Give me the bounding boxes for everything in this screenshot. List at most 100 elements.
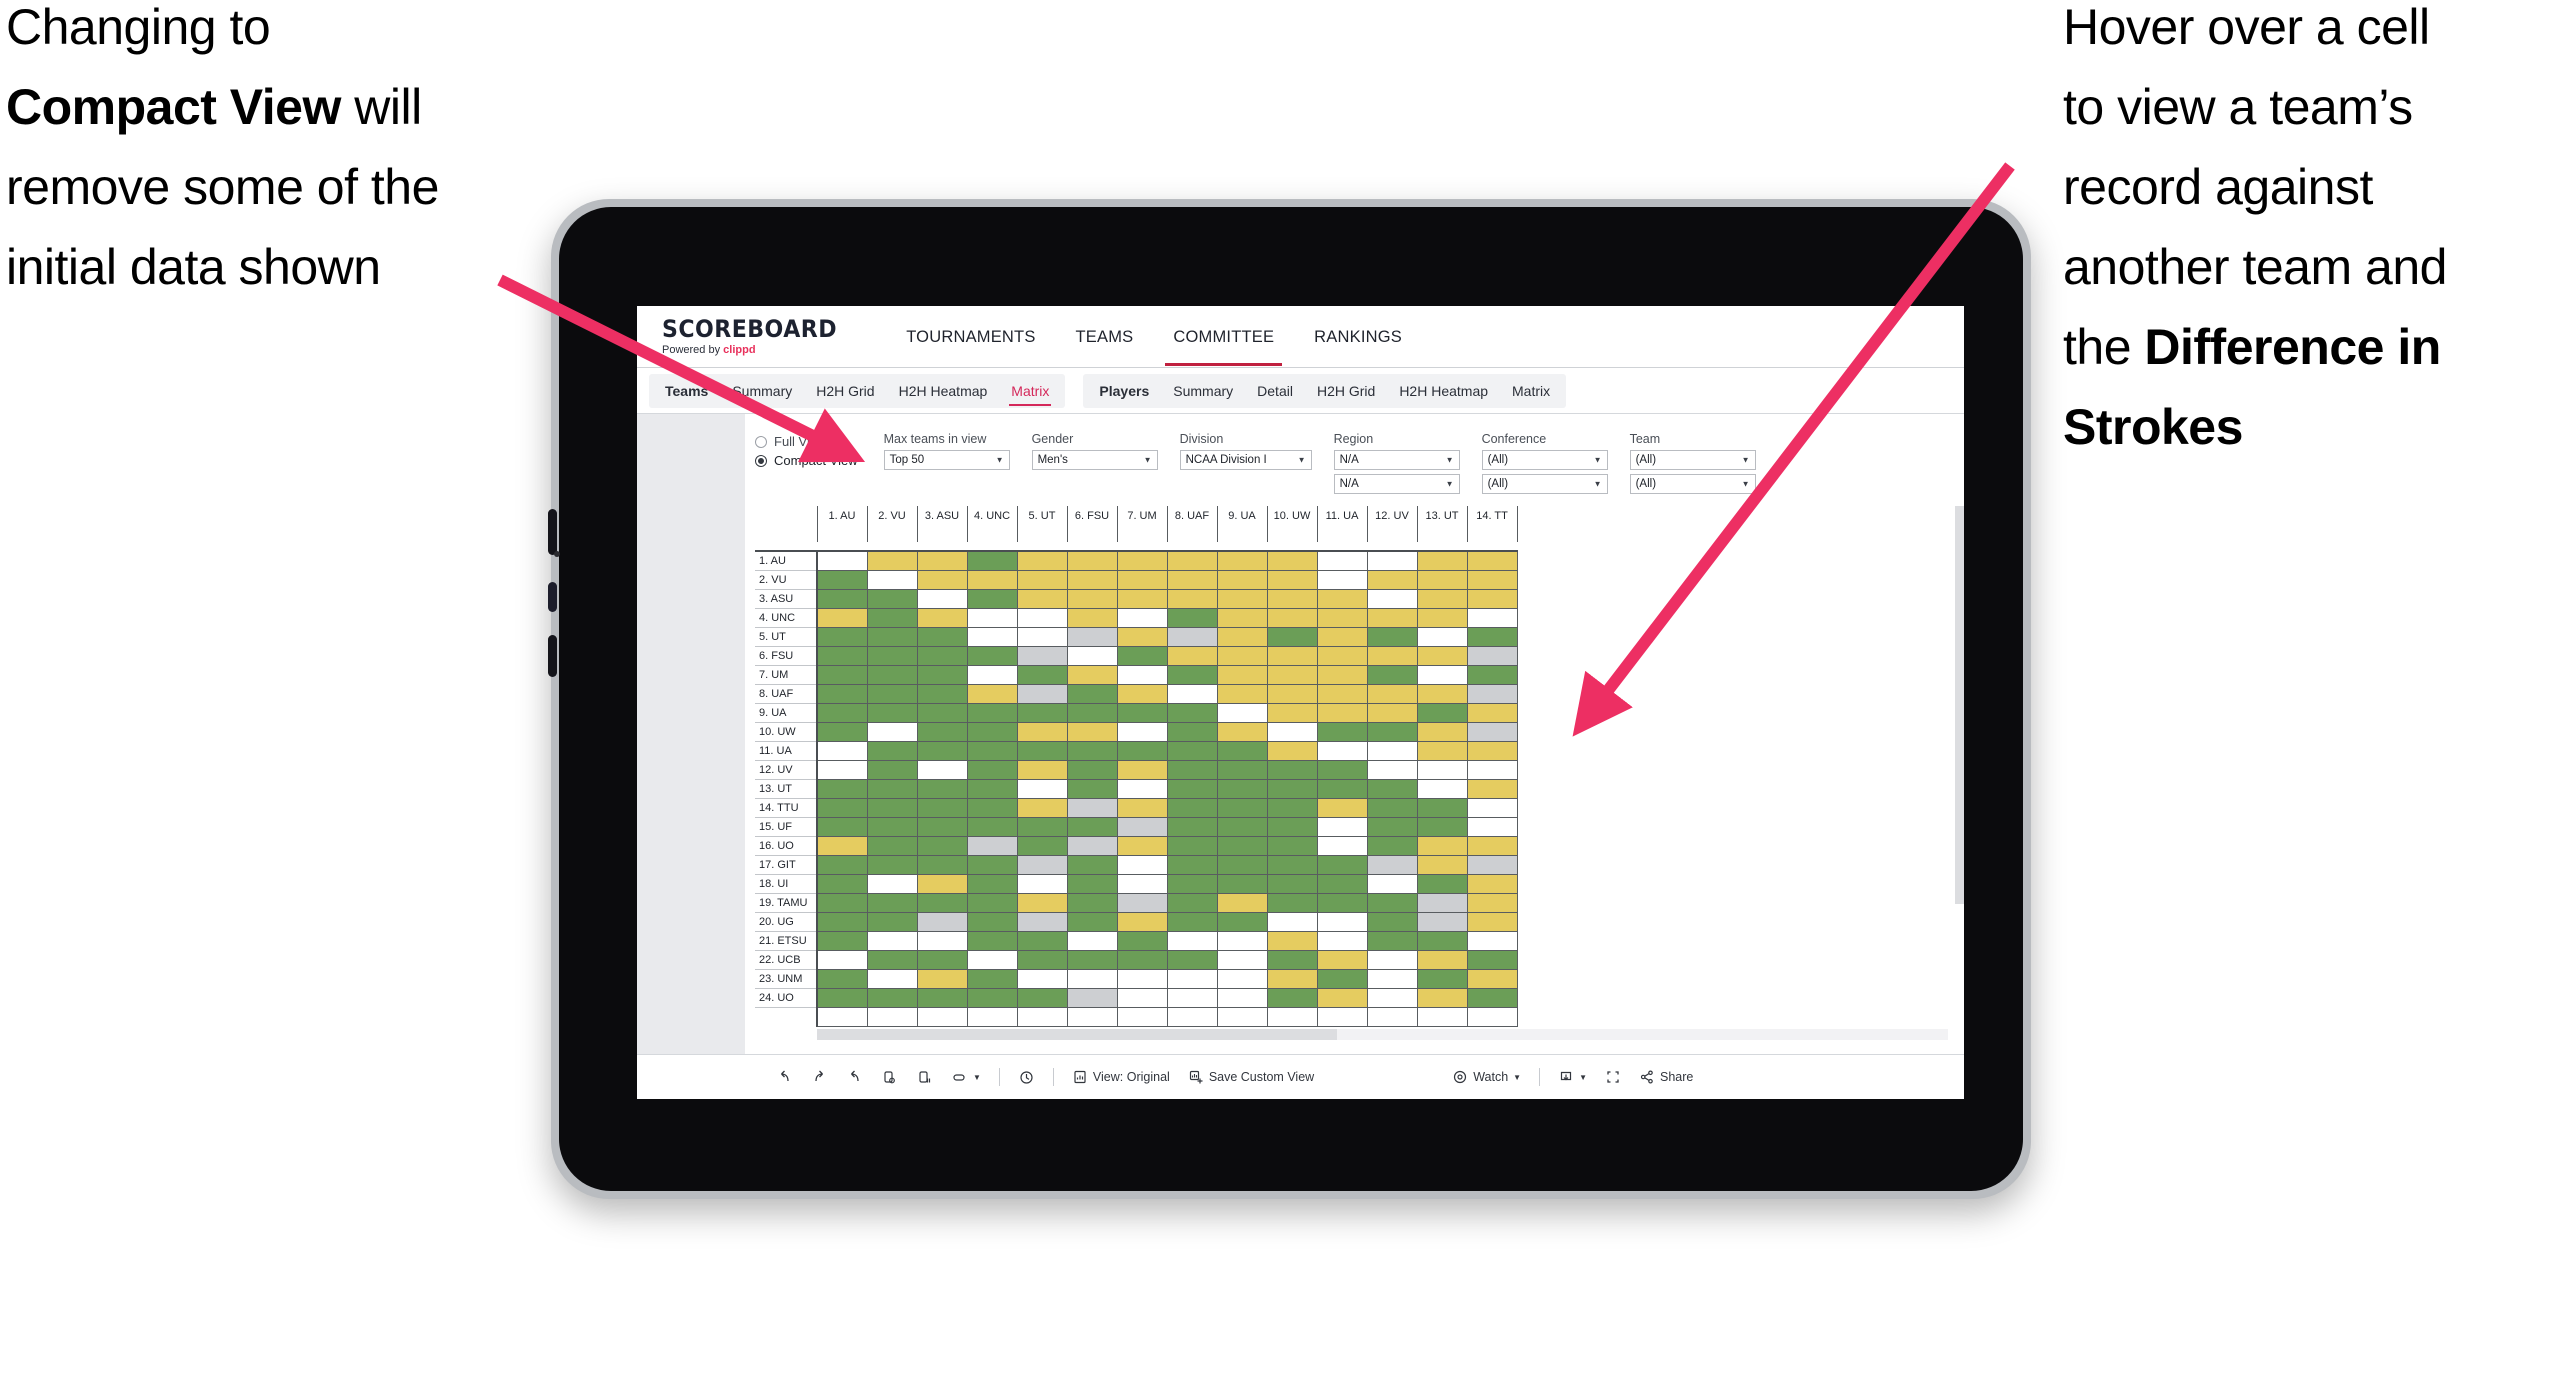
matrix-cell[interactable] [1466,759,1518,780]
matrix-cell[interactable] [1116,854,1168,875]
matrix-cell[interactable] [866,930,918,951]
matrix-column-header[interactable]: 6. FSU [1066,506,1118,542]
matrix-cell[interactable] [1266,968,1318,989]
matrix-cell[interactable] [1166,873,1218,894]
matrix-row-header[interactable]: 24. UO [755,987,818,1008]
matrix-cell[interactable] [1216,968,1268,989]
matrix-cell[interactable] [1366,664,1418,685]
matrix-cell[interactable] [1466,968,1518,989]
matrix-cell[interactable] [1116,778,1168,799]
matrix-cell[interactable] [1266,664,1318,685]
matrix-row-header[interactable]: 21. ETSU [755,930,818,951]
matrix-cell[interactable] [916,740,968,761]
matrix-cell[interactable] [1316,930,1368,951]
matrix-cell[interactable] [1166,588,1218,609]
matrix-cell[interactable] [1016,569,1068,590]
matrix-cell[interactable] [1416,911,1468,932]
matrix-cell[interactable] [1366,911,1418,932]
gender-select[interactable]: Men's ▼ [1031,450,1158,470]
matrix-cell[interactable] [1416,740,1468,761]
matrix-cell[interactable] [816,873,868,894]
matrix-cell[interactable] [1416,626,1468,647]
save-custom-view-button[interactable]: Save Custom View [1179,1064,1323,1090]
matrix-row-header[interactable]: 8. UAF [755,683,818,704]
subtab-teams[interactable]: Teams [653,374,720,408]
matrix-cell[interactable] [816,911,868,932]
matrix-cell[interactable] [1316,987,1368,1008]
matrix-column-header[interactable]: 10. UW [1266,506,1318,542]
subtab-players[interactable]: Players [1087,374,1161,408]
matrix-cell[interactable] [1266,797,1318,818]
matrix-cell[interactable] [1216,778,1268,799]
matrix-cell[interactable] [1166,607,1218,628]
matrix-cell[interactable] [966,854,1018,875]
matrix-cell[interactable] [1016,987,1068,1008]
matrix-cell[interactable] [1216,607,1268,628]
nav-item-tournaments[interactable]: TOURNAMENTS [886,308,1055,366]
matrix-cell[interactable] [816,835,868,856]
matrix-cell[interactable] [1366,987,1418,1008]
matrix-row-header[interactable]: 19. TAMU [755,892,818,913]
matrix-cell[interactable] [866,797,918,818]
matrix-cell[interactable] [1366,569,1418,590]
matrix-cell[interactable] [816,664,868,685]
matrix-cell[interactable] [1066,664,1118,685]
matrix-cell[interactable] [1466,721,1518,742]
matrix-cell[interactable] [1016,968,1068,989]
matrix-cell[interactable] [1166,949,1218,970]
matrix-cell[interactable] [816,607,868,628]
max-teams-select[interactable]: Top 50 ▼ [883,450,1010,470]
matrix-cell[interactable] [1216,892,1268,913]
matrix-cell[interactable] [1016,626,1068,647]
matrix-cell[interactable] [866,626,918,647]
subtab-players-detail[interactable]: Detail [1245,374,1305,408]
matrix-cell[interactable] [866,778,918,799]
matrix-cell[interactable] [1266,607,1318,628]
matrix-cell[interactable] [1466,778,1518,799]
matrix-cell[interactable] [1416,816,1468,837]
matrix-cell[interactable] [866,968,918,989]
matrix-cell[interactable] [1266,759,1318,780]
matrix-cell[interactable] [1116,873,1168,894]
highlight-button[interactable]: ▼ [942,1064,990,1090]
matrix-cell[interactable] [1316,892,1368,913]
matrix-cell[interactable] [1466,797,1518,818]
matrix-cell[interactable] [866,664,918,685]
matrix-cell[interactable] [1466,664,1518,685]
matrix-cell[interactable] [916,835,968,856]
matrix-cell[interactable] [1016,835,1068,856]
matrix-cell[interactable] [1316,645,1368,666]
matrix-row-header[interactable]: 15. UF [755,816,818,837]
matrix-cell[interactable] [1216,854,1268,875]
matrix-row-header[interactable]: 14. TTU [755,797,818,818]
matrix-cell[interactable] [1316,721,1368,742]
matrix-cell[interactable] [1266,778,1318,799]
matrix-cell[interactable] [1016,797,1068,818]
matrix-cell[interactable] [1316,873,1368,894]
matrix-cell[interactable] [916,550,968,571]
matrix-cell[interactable] [916,816,968,837]
matrix-cell[interactable] [866,721,918,742]
nav-item-teams[interactable]: TEAMS [1056,308,1154,366]
matrix-cell[interactable] [1316,778,1368,799]
matrix-cell[interactable] [1366,626,1418,647]
matrix-cell[interactable] [1116,702,1168,723]
matrix-column-header[interactable]: 13. UT [1416,506,1468,542]
matrix-cell[interactable] [1416,835,1468,856]
matrix-cell[interactable] [1166,930,1218,951]
matrix-cell[interactable] [1316,607,1368,628]
matrix-cell[interactable] [816,588,868,609]
matrix-cell[interactable] [916,759,968,780]
matrix-cell[interactable] [1266,930,1318,951]
matrix-cell[interactable] [916,911,968,932]
matrix-row-header[interactable]: 11. UA [755,740,818,761]
matrix-cell[interactable] [1316,759,1368,780]
matrix-cell[interactable] [1366,759,1418,780]
matrix-column-header[interactable]: 3. ASU [916,506,968,542]
matrix-cell[interactable] [1466,949,1518,970]
matrix-cell[interactable] [866,911,918,932]
matrix-cell[interactable] [1266,873,1318,894]
matrix-cell[interactable] [916,892,968,913]
matrix-cell[interactable] [916,949,968,970]
brand-logo[interactable]: SCOREBOARD Powered by clippd [637,317,886,356]
